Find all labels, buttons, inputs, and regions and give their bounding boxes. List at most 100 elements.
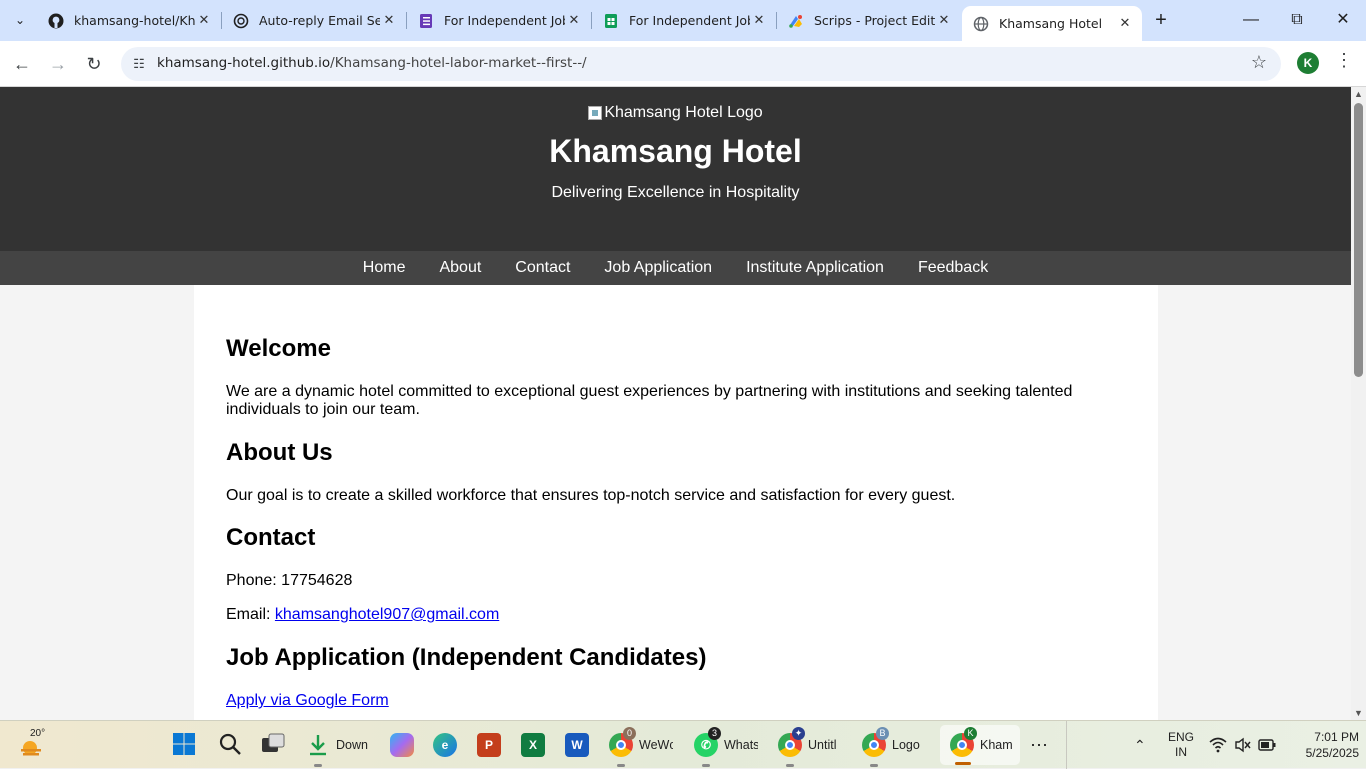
tab-forms[interactable]: For Independent Job ✕ <box>407 7 591 34</box>
taskbar-app-whatsapp[interactable]: ✆ 3 Whats <box>694 727 758 767</box>
site-title: Khamsang Hotel <box>549 133 802 169</box>
taskbar-app-label: Whats <box>724 738 758 752</box>
taskbar-app-excel[interactable]: X <box>521 729 545 761</box>
wifi-icon[interactable] <box>1209 721 1227 769</box>
active-indicator <box>955 762 971 765</box>
region-code: IN <box>1175 745 1187 759</box>
tab-title: Khamsang Hotel <box>999 16 1103 31</box>
tab-title: For Independent Job <box>629 13 750 28</box>
search-icon <box>218 732 242 759</box>
phone-number: 17754628 <box>281 572 353 589</box>
tab-github[interactable]: khamsang-hotel/Khamsang-hotel-labor-mark… <box>37 7 221 34</box>
tab-khamsang-hotel[interactable]: Khamsang Hotel ✕ <box>962 6 1142 41</box>
taskbar-app-copilot[interactable] <box>390 729 414 761</box>
welcome-text: We are a dynamic hotel committed to exce… <box>226 383 1073 418</box>
weather-temp: 20° <box>30 728 46 739</box>
windows-logo-icon <box>172 732 196 759</box>
about-text: Our goal is to create a skilled workforc… <box>226 487 956 504</box>
minimize-icon: — <box>1243 11 1259 28</box>
taskbar-app-chrome-logo[interactable]: B Logo <box>862 727 926 767</box>
taskbar-app-chrome-untitled[interactable]: ✦ Untitl <box>778 727 842 767</box>
apply-google-form-link[interactable]: Apply via Google Form <box>226 692 389 709</box>
new-tab-button[interactable]: + <box>1150 8 1172 32</box>
nav-link-about[interactable]: About <box>439 259 481 277</box>
more-menu-icon[interactable]: ⋮ <box>1335 50 1353 71</box>
nav-link-contact[interactable]: Contact <box>515 259 570 277</box>
plus-icon: + <box>1155 9 1167 31</box>
logo-alt-text: Khamsang Hotel Logo <box>604 104 763 121</box>
restore-button[interactable]: ⧉ <box>1274 6 1320 34</box>
running-indicator <box>314 764 322 767</box>
taskbar-overflow-button[interactable]: ⋯ <box>1030 729 1048 761</box>
language-code: ENG <box>1168 730 1195 744</box>
weather-widget[interactable]: 20° <box>18 728 46 761</box>
close-tab-icon[interactable]: ✕ <box>935 13 953 28</box>
site-info-icon[interactable]: ☷ <box>129 54 149 74</box>
arrow-left-icon: ← <box>13 54 31 74</box>
scroll-down-arrow-icon[interactable]: ▼ <box>1354 708 1363 718</box>
scroll-up-arrow-icon[interactable]: ▲ <box>1354 89 1363 99</box>
system-clock[interactable]: 7:01 PM 5/25/2025 <box>1285 729 1359 761</box>
search-button[interactable] <box>218 729 242 761</box>
running-indicator <box>617 764 625 767</box>
tray-overflow-button[interactable]: ⌃ <box>1134 721 1146 769</box>
nav-link-institute-application[interactable]: Institute Application <box>746 259 884 277</box>
site-header: Khamsang Hotel Logo Khamsang Hotel Deliv… <box>0 87 1351 251</box>
taskbar-app-powerpoint[interactable]: P <box>477 729 501 761</box>
github-icon <box>48 13 64 29</box>
chevron-up-icon: ⌃ <box>1134 736 1146 753</box>
close-tab-icon[interactable]: ✕ <box>750 13 768 28</box>
taskbar-divider <box>1066 721 1067 769</box>
chatgpt-icon <box>233 13 249 29</box>
forward-button[interactable]: → <box>44 51 72 77</box>
running-indicator <box>786 764 794 767</box>
bookmark-star-icon[interactable]: ☆ <box>1251 52 1267 73</box>
taskbar-app-word[interactable]: W <box>565 729 589 761</box>
taskbar-app-chrome-khamsang[interactable]: K Kham <box>950 727 1014 761</box>
clock-date: 5/25/2025 <box>1305 746 1359 760</box>
close-tab-icon[interactable]: ✕ <box>195 13 213 28</box>
tab-search-button[interactable]: ⌄ <box>6 7 34 33</box>
url-text[interactable]: khamsang-hotel.github.io/Khamsang-hotel-… <box>157 55 587 71</box>
volume-muted-icon[interactable] <box>1234 721 1252 769</box>
task-view-button[interactable] <box>260 729 286 761</box>
apps-script-icon <box>788 13 804 29</box>
taskbar-app-label: Kham <box>980 738 1013 752</box>
tab-apps-script[interactable]: Scrips - Project Editor ✕ <box>777 7 961 34</box>
welcome-heading: Welcome <box>226 335 331 362</box>
site-tagline: Delivering Excellence in Hospitality <box>551 184 800 201</box>
close-tab-icon[interactable]: ✕ <box>380 13 398 28</box>
nav-link-job-application[interactable]: Job Application <box>604 259 712 277</box>
minimize-button[interactable]: — <box>1228 6 1274 34</box>
close-window-button[interactable]: ✕ <box>1320 6 1366 34</box>
close-tab-icon[interactable]: ✕ <box>565 13 583 28</box>
language-indicator[interactable]: ENG IN <box>1168 721 1194 769</box>
taskbar-app-chrome-wework[interactable]: 0 WeWc <box>609 727 673 767</box>
clock-time: 7:01 PM <box>1314 730 1359 744</box>
battery-icon[interactable] <box>1258 721 1276 769</box>
globe-icon <box>973 16 989 32</box>
about-heading: About Us <box>226 439 333 466</box>
page-scrollbar[interactable]: ▲ ▼ <box>1351 87 1366 720</box>
profile-avatar[interactable]: K <box>1297 52 1319 74</box>
address-bar[interactable]: ☷ khamsang-hotel.github.io/Khamsang-hote… <box>121 47 1281 81</box>
taskbar-app-edge[interactable]: e <box>433 729 457 761</box>
nav-link-feedback[interactable]: Feedback <box>918 259 988 277</box>
task-view-icon <box>260 732 286 759</box>
start-button[interactable] <box>172 729 196 761</box>
nav-link-home[interactable]: Home <box>363 259 406 277</box>
profile-badge: K <box>964 727 977 740</box>
close-tab-icon[interactable]: ✕ <box>1116 16 1134 31</box>
tab-sheets[interactable]: For Independent Job ✕ <box>592 7 776 34</box>
excel-icon: X <box>521 733 545 757</box>
scroll-thumb[interactable] <box>1354 103 1363 377</box>
phone-label: Phone: <box>226 572 277 589</box>
tab-chatgpt[interactable]: Auto-reply Email Setup ✕ <box>222 7 406 34</box>
download-icon <box>306 733 330 757</box>
reload-button[interactable]: ↻ <box>80 51 108 77</box>
email-link[interactable]: khamsanghotel907@gmail.com <box>275 606 499 623</box>
back-button[interactable]: ← <box>8 51 36 77</box>
taskbar-app-label: Down <box>336 738 368 752</box>
taskbar-app-downloads[interactable]: Down <box>306 729 370 767</box>
profile-badge: 0 <box>623 727 636 740</box>
